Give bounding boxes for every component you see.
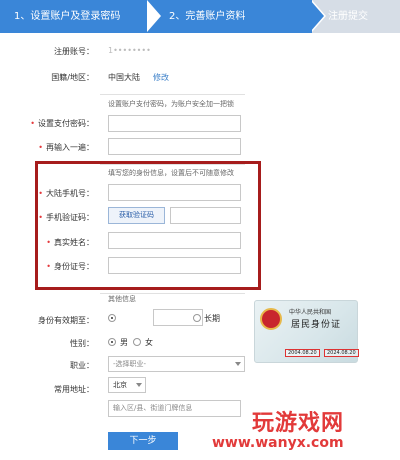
account-value: 1•••••••• (108, 46, 151, 55)
other-section-title: 其他信息 (108, 295, 136, 303)
address-input[interactable]: 输入区/县、街道门牌信息 (108, 400, 241, 417)
sms-code-input[interactable] (170, 207, 241, 224)
job-label: 职业： (70, 361, 94, 370)
id-number-label: • 身份证号： (46, 262, 94, 271)
gender-label: 性别： (70, 339, 94, 348)
region-value: 中国大陆 (108, 73, 140, 82)
address-label: 常用地址： (54, 385, 94, 394)
watermark-title: 玩游戏网 (252, 411, 345, 436)
gender-male-label: 男 (120, 338, 128, 347)
job-select-value: -选择职业- (113, 360, 147, 368)
region-change-link[interactable]: 修改 (153, 72, 169, 83)
divider (100, 94, 245, 95)
pay-confirm-label: • 再输入一遍： (38, 143, 94, 152)
pay-confirm-input[interactable] (108, 138, 241, 155)
phone-label: • 大陆手机号： (38, 189, 94, 198)
city-select[interactable]: 北京 (108, 377, 146, 393)
id-card-valid-to: 2024.08.20 (324, 349, 359, 357)
id-card-line1: 中华人民共和国 (289, 309, 332, 316)
progress-steps: 1、设置账户及登录密码 2、完善账户资料 注册提交 (0, 0, 400, 33)
sms-code-label: • 手机验证码： (38, 213, 94, 222)
pay-password-input[interactable] (108, 115, 241, 132)
id-card-line2: 居民身份证 (291, 320, 342, 330)
national-emblem-icon (260, 308, 282, 330)
chevron-down-icon (235, 362, 241, 366)
gender-male-radio[interactable] (108, 338, 116, 346)
gender-female-label: 女 (145, 338, 153, 347)
city-select-value: 北京 (113, 381, 127, 389)
longterm-label: 长期 (204, 314, 220, 323)
id-card-valid-from: 2004.08.20 (285, 349, 320, 357)
phone-input[interactable] (108, 184, 241, 201)
step-2: 2、完善账户资料 (147, 0, 312, 33)
step-3: 注册提交 (328, 11, 368, 22)
real-name-label: • 真实姓名： (46, 238, 94, 247)
account-label: 注册账号： (54, 47, 94, 56)
region-label: 国籍/地区： (51, 73, 94, 82)
real-name-input[interactable] (108, 232, 241, 249)
step-1: 1、设置账户及登录密码 (0, 0, 147, 33)
id-card-sample-image: 中华人民共和国 居民身份证 2004.08.20 2024.08.20 (254, 300, 359, 363)
job-select[interactable]: -选择职业- (108, 356, 245, 372)
get-sms-code-button[interactable]: 获取验证码 (108, 207, 165, 224)
pay-password-label: • 设置支付密码： (30, 119, 94, 128)
validity-label: 身份有效期至： (38, 316, 94, 325)
validity-date-radio[interactable] (108, 314, 116, 322)
pay-section-title: 设置账户支付密码，为账户安全加一把锁 (108, 100, 234, 108)
chevron-down-icon (136, 383, 142, 387)
id-number-input[interactable] (108, 257, 241, 274)
watermark-url: www.wanyx.com (212, 435, 344, 451)
validity-longterm-radio[interactable] (193, 314, 201, 322)
next-button[interactable]: 下一步 (108, 432, 178, 450)
step-arrow (310, 0, 324, 32)
step-divider (147, 0, 161, 32)
gender-female-radio[interactable] (133, 338, 141, 346)
